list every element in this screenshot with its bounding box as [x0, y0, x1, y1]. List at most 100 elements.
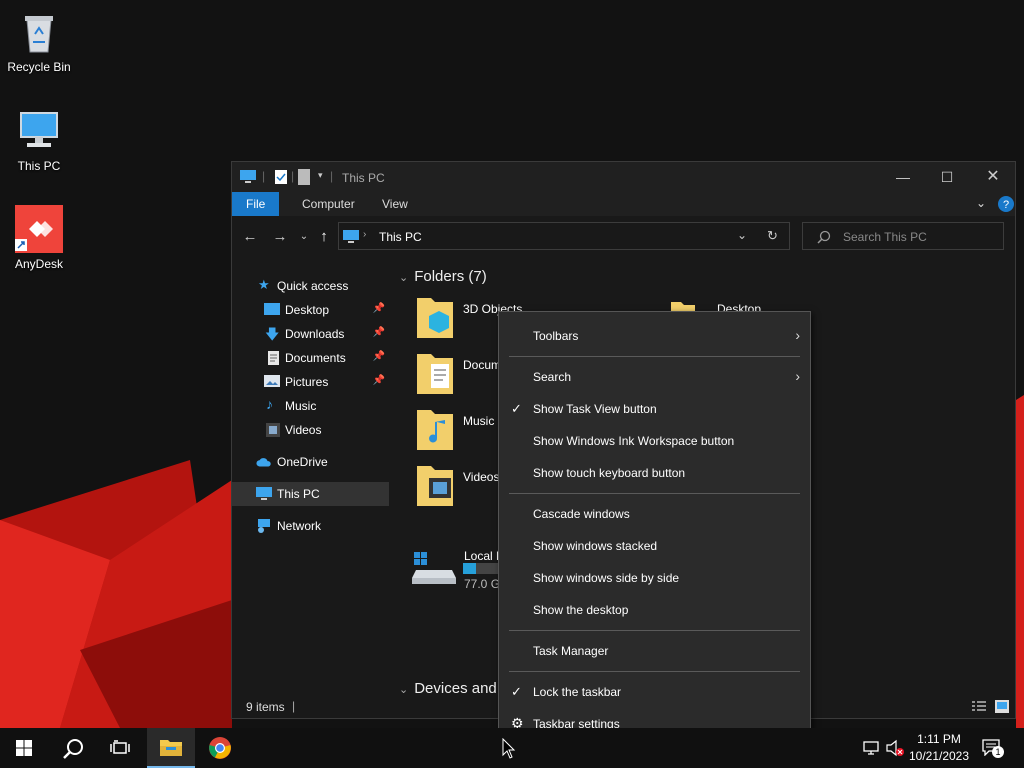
navigation-pane: ★ Quick access Desktop 📌 🡇 Downloads 📌 D… [232, 256, 389, 696]
nav-item-downloads[interactable]: 🡇 Downloads 📌 [232, 322, 389, 346]
menu-item-search[interactable]: Search › [499, 361, 810, 393]
menu-item-label: Search [533, 370, 572, 384]
desktop-icon-this-pc[interactable]: This PC [1, 107, 77, 173]
start-button[interactable] [0, 728, 48, 768]
new-folder-icon[interactable] [298, 169, 310, 185]
computer-icon [20, 112, 58, 147]
collapse-chevron-icon: ⌄ [399, 684, 409, 696]
expand-ribbon-chevron-icon[interactable]: ⌄ [976, 196, 986, 210]
menu-separator [509, 356, 800, 357]
menu-item-label: Cascade windows [533, 507, 630, 521]
tab-computer[interactable]: Computer [288, 192, 369, 216]
desktop-folder-icon [264, 303, 280, 315]
large-icons-view-icon[interactable] [995, 700, 1009, 713]
menu-item-show-windows-side-by-side[interactable]: Show windows side by side [499, 562, 810, 594]
taskbar-file-explorer[interactable] [147, 728, 195, 768]
nav-item-onedrive[interactable]: OneDrive [232, 450, 389, 474]
nav-item-pictures[interactable]: Pictures 📌 [232, 370, 389, 394]
file-explorer-icon [160, 740, 182, 756]
task-view-icon [110, 740, 130, 754]
nav-item-music[interactable]: ♪ Music [232, 394, 389, 418]
tab-view[interactable]: View [368, 192, 422, 216]
checkmark-icon: ✓ [511, 401, 522, 416]
address-dropdown-chevron-icon[interactable]: ⌄ [737, 228, 747, 242]
volume-muted-icon[interactable] [885, 739, 905, 757]
drive-usage-bar [463, 563, 499, 574]
menu-item-cascade-windows[interactable]: Cascade windows [499, 498, 810, 530]
mouse-cursor-icon [502, 738, 516, 759]
search-button[interactable] [48, 728, 96, 768]
customize-toolbar-chevron-icon[interactable]: ▾ [318, 170, 323, 181]
nav-item-label: Documents [285, 351, 346, 365]
nav-item-documents[interactable]: Documents 📌 [232, 346, 389, 370]
folder-label: Videos [463, 470, 500, 484]
nav-item-label: OneDrive [277, 455, 328, 469]
menu-item-task-manager[interactable]: Task Manager [499, 635, 810, 667]
pictures-icon [264, 375, 280, 387]
close-button[interactable]: ✕ [970, 162, 1016, 192]
address-text: This PC [379, 230, 422, 244]
breadcrumb-chevron-icon[interactable]: › [363, 229, 366, 240]
videos-folder-icon [417, 466, 453, 506]
menu-item-label: Show windows stacked [533, 539, 658, 553]
pin-icon: 📌 [372, 375, 385, 386]
help-icon[interactable]: ? [998, 196, 1014, 212]
pin-icon: 📌 [372, 327, 385, 338]
ribbon-tabs: File Computer View ⌄ ? [232, 192, 1015, 216]
devices-section-header[interactable]: ⌄ Devices and [399, 680, 497, 697]
properties-icon[interactable] [274, 169, 288, 185]
action-center-button[interactable]: 1 [978, 736, 1008, 762]
computer-icon [256, 487, 272, 500]
pin-icon: 📌 [372, 351, 385, 362]
checkmark-icon: ✓ [511, 684, 522, 699]
svg-text:?: ? [1003, 199, 1009, 211]
nav-item-this-pc[interactable]: This PC [232, 482, 389, 506]
search-box[interactable]: Search This PC [802, 222, 1004, 250]
menu-item-show-windows-stacked[interactable]: Show windows stacked [499, 530, 810, 562]
windows-logo-icon [16, 740, 32, 756]
chevron-right-icon: › [795, 368, 800, 384]
cloud-icon [256, 458, 271, 467]
menu-item-show-touch-keyboard-button[interactable]: Show touch keyboard button [499, 457, 810, 489]
nav-item-videos[interactable]: Videos [232, 418, 389, 442]
status-separator: | [292, 699, 296, 713]
minimize-button[interactable]: — [880, 162, 926, 192]
video-icon [266, 423, 280, 437]
search-input[interactable]: Search This PC [843, 230, 927, 244]
nav-item-network[interactable]: Network [232, 514, 389, 538]
up-button[interactable]: ↑ [314, 228, 334, 246]
menu-item-show-windows-ink-workspace-button[interactable]: Show Windows Ink Workspace button [499, 425, 810, 457]
hard-drive-icon [412, 552, 456, 584]
nav-item-label: Videos [285, 423, 322, 437]
details-view-icon[interactable] [972, 701, 986, 713]
menu-item-label: Show Windows Ink Workspace button [533, 434, 735, 448]
menu-separator [509, 671, 800, 672]
menu-item-show-task-view-button[interactable]: ✓ Show Task View button [499, 393, 810, 425]
taskbar-chrome[interactable] [196, 728, 244, 768]
anydesk-icon [15, 205, 63, 253]
forward-button[interactable]: → [270, 228, 290, 246]
menu-item-label: Show touch keyboard button [533, 466, 686, 480]
desktop-icon-anydesk[interactable]: AnyDesk [1, 205, 77, 271]
menu-item-show-the-desktop[interactable]: Show the desktop [499, 594, 810, 626]
menu-item-label: Show windows side by side [533, 571, 680, 585]
desktop-icon-recycle-bin[interactable]: Recycle Bin [1, 8, 77, 74]
collapse-chevron-icon: ⌄ [399, 272, 409, 284]
folders-section-header[interactable]: ⌄ Folders (7) [399, 268, 487, 285]
tab-file[interactable]: File [232, 192, 280, 216]
network-status-icon[interactable] [862, 740, 880, 756]
recent-locations-chevron-icon[interactable]: ⌄ [294, 228, 314, 246]
refresh-icon[interactable]: ↻ [767, 228, 778, 244]
section-title: Folders (7) [414, 268, 487, 285]
menu-item-toolbars[interactable]: Toolbars › [499, 320, 810, 352]
3d-objects-folder-icon [417, 298, 453, 338]
back-button[interactable]: ← [240, 228, 260, 246]
menu-item-lock-the-taskbar[interactable]: ✓ Lock the taskbar [499, 676, 810, 708]
task-view-button[interactable] [96, 728, 144, 768]
nav-item-quick-access[interactable]: ★ Quick access [232, 274, 389, 298]
maximize-button[interactable]: ☐ [924, 162, 970, 192]
nav-item-desktop[interactable]: Desktop 📌 [232, 298, 389, 322]
title-bar[interactable]: | | ▾ | This PC — ☐ ✕ [232, 162, 1015, 192]
menu-item-label: Toolbars [533, 329, 579, 343]
address-bar[interactable]: › This PC ⌄ ↻ [338, 222, 790, 250]
